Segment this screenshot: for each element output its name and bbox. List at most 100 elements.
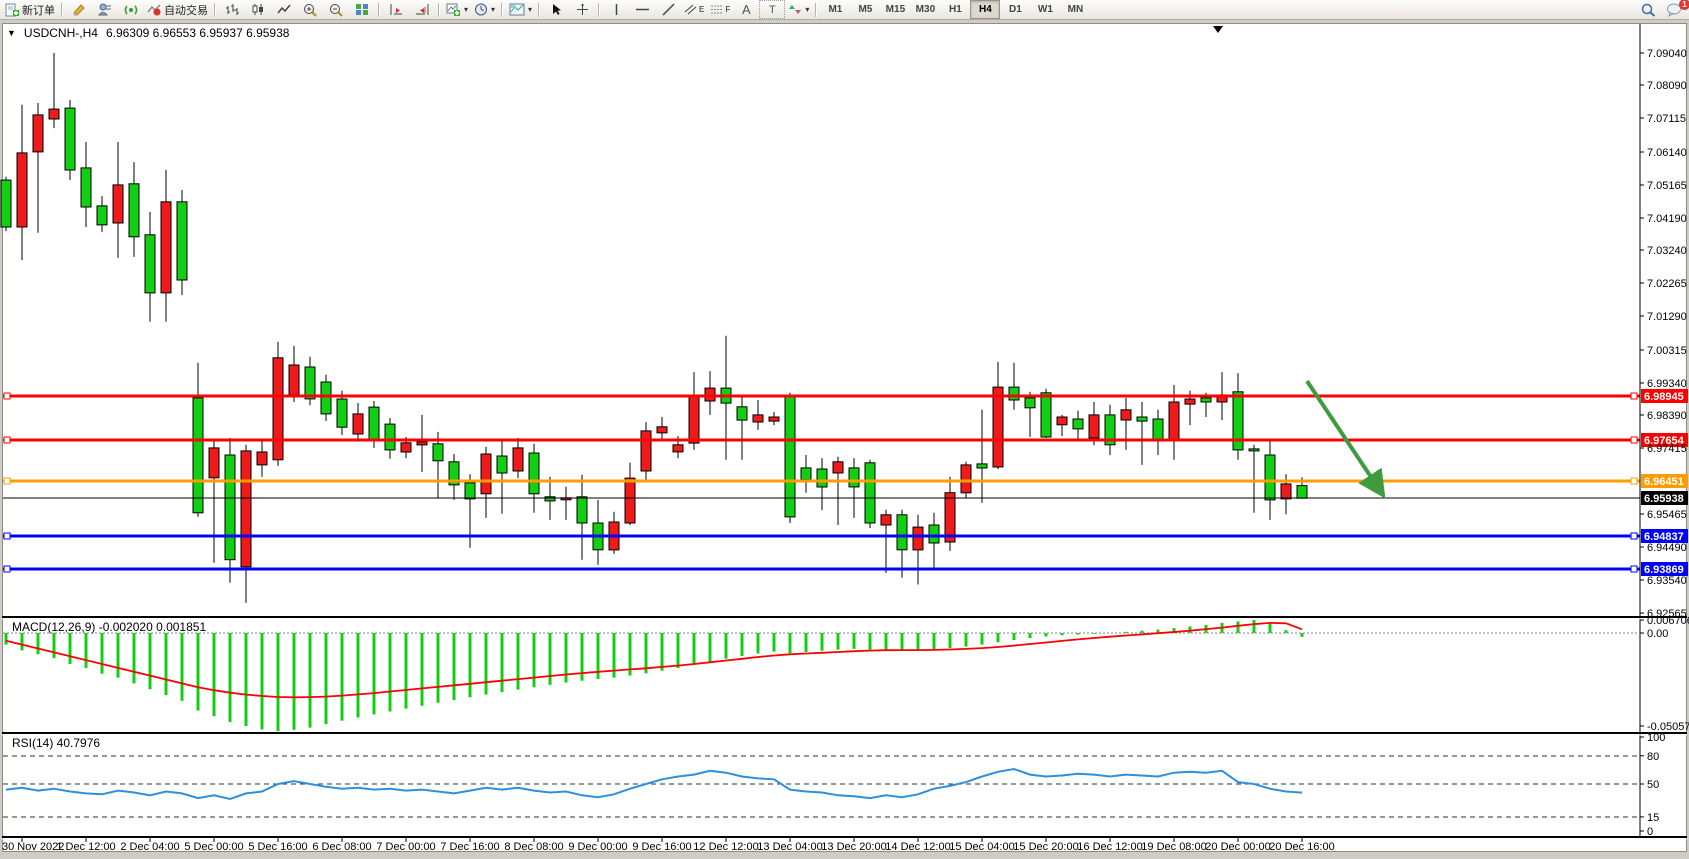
svg-text:6.95938: 6.95938 (1644, 493, 1684, 505)
timeframe-M5-button[interactable]: M5 (850, 0, 880, 19)
line-handle[interactable] (1631, 478, 1637, 484)
channel-icon (684, 4, 697, 15)
text-label-button[interactable]: T (759, 0, 785, 19)
dropdown-caret-icon: ▾ (491, 5, 495, 14)
new-order-label: 新订单 (22, 2, 55, 18)
price-axis-tick: 7.08090 (1647, 80, 1687, 92)
periods-dropdown-button[interactable]: ▾ (471, 0, 498, 19)
zoom-in-button[interactable] (297, 0, 323, 19)
line-handle[interactable] (1631, 393, 1637, 399)
price-axis-tick: 7.03240 (1647, 245, 1687, 257)
cursor-button[interactable] (543, 0, 569, 19)
time-axis-label: 5 Dec 16:00 (248, 841, 307, 853)
chart-collapse-icon[interactable]: ▼ (7, 28, 16, 38)
auto-scroll-icon (389, 3, 404, 16)
candle (865, 460, 875, 528)
time-axis-label: 16 Dec 12:00 (1077, 841, 1142, 853)
new-order-button[interactable]: 新订单 (2, 0, 58, 19)
price-axis-tick: 7.00315 (1647, 345, 1687, 357)
trendline-button[interactable] (655, 0, 681, 19)
rsi-axis-label: 80 (1647, 751, 1659, 763)
zoom-out-button[interactable] (323, 0, 349, 19)
arrows-tool-button[interactable]: ▾ (785, 0, 812, 19)
chart-canvas[interactable]: 6.989456.976546.964516.959386.948376.938… (0, 0, 1689, 859)
price-axis-tick: 7.04190 (1647, 213, 1687, 225)
time-axis-label: 13 Dec 20:00 (821, 841, 886, 853)
cursor-icon (550, 3, 562, 16)
chart-symbol-period: USDCNH-,H4 (24, 26, 98, 40)
notifications-button[interactable]: 1 (1661, 0, 1687, 19)
bar-chart-icon (225, 3, 239, 16)
line-handle[interactable] (4, 393, 10, 399)
time-axis-label: 1 Dec 12:00 (56, 841, 115, 853)
auto-scroll-button[interactable] (383, 0, 409, 19)
timeframe-H1-button[interactable]: H1 (940, 0, 970, 19)
line-handle[interactable] (4, 533, 10, 539)
price-axis-tick: 7.02265 (1647, 278, 1687, 290)
time-axis-label: 12 Dec 12:00 (693, 841, 758, 853)
timeframe-W1-button[interactable]: W1 (1030, 0, 1060, 19)
time-axis-label: 13 Dec 04:00 (757, 841, 822, 853)
tile-windows-button[interactable] (349, 0, 375, 19)
new-chart-button[interactable]: ▾ (443, 0, 471, 19)
bar-chart-button[interactable] (219, 0, 245, 19)
dropdown-caret-icon: ▾ (464, 5, 468, 14)
text-button[interactable]: A (733, 0, 759, 19)
dropdown-caret-icon: ▾ (805, 5, 809, 14)
horizontal-line-icon (635, 3, 650, 16)
candle (1, 177, 11, 231)
toolbar-separator (815, 3, 817, 17)
candle (65, 100, 75, 180)
equidistant-channel-button[interactable]: E (681, 0, 707, 19)
time-axis-label: 15 Dec 04:00 (949, 841, 1014, 853)
toolbar-separator (598, 3, 600, 17)
new-order-icon (5, 3, 20, 17)
line-handle[interactable] (1631, 566, 1637, 572)
market-watch-button[interactable] (92, 0, 118, 19)
macd-axis-label: 0.00 (1647, 628, 1668, 640)
line-handle[interactable] (1631, 533, 1637, 539)
candle (321, 375, 331, 421)
macd-label: MACD(12,26,9) -0.002020 0.001851 (12, 620, 206, 634)
time-axis-label: 30 Nov 2022 (2, 841, 64, 853)
rsi-axis-label: 100 (1647, 732, 1665, 744)
time-axis-label: 15 Dec 20:00 (1013, 841, 1078, 853)
line-handle[interactable] (4, 566, 10, 572)
vertical-line-button[interactable] (603, 0, 629, 19)
clock-icon (474, 3, 488, 16)
new-chart-icon (446, 3, 461, 16)
candlestick-chart-button[interactable] (245, 0, 271, 19)
price-axis-tick: 7.09040 (1647, 48, 1687, 60)
horizontal-line-button[interactable] (629, 0, 655, 19)
chart-shift-button[interactable] (409, 0, 435, 19)
trendline-icon (662, 3, 675, 16)
crosshair-button[interactable] (569, 0, 595, 19)
timeframe-MN-button[interactable]: MN (1060, 0, 1090, 19)
metaeditor-button[interactable] (66, 0, 92, 19)
price-axis-tick: 7.07115 (1647, 113, 1686, 125)
time-axis-label: 6 Dec 08:00 (312, 841, 371, 853)
line-chart-button[interactable] (271, 0, 297, 19)
rsi-label: RSI(14) 40.7976 (12, 736, 100, 750)
time-axis-label: 19 Dec 08:00 (1141, 841, 1206, 853)
arrows-tool-icon (788, 3, 802, 16)
toolbar: 新订单 自动交易 ▾ ▾ (0, 0, 1689, 20)
timeframe-group: M1M5M15M30H1H4D1W1MN (820, 0, 1090, 19)
timeframe-M1-button[interactable]: M1 (820, 0, 850, 19)
signals-button[interactable] (118, 0, 144, 19)
line-handle[interactable] (4, 437, 10, 443)
search-button[interactable] (1635, 0, 1661, 19)
crosshair-icon (576, 3, 589, 16)
timeframe-M30-button[interactable]: M30 (910, 0, 940, 19)
line-handle[interactable] (1631, 437, 1637, 443)
templates-button[interactable]: ▾ (506, 0, 535, 19)
fibonacci-button[interactable]: F (707, 0, 733, 19)
price-tag: 6.93869 (1641, 562, 1688, 576)
autotrading-button[interactable]: 自动交易 (144, 0, 211, 19)
timeframe-M15-button[interactable]: M15 (880, 0, 910, 19)
time-axis-label: 8 Dec 08:00 (504, 841, 563, 853)
line-handle[interactable] (4, 478, 10, 484)
timeframe-H4-button[interactable]: H4 (970, 0, 1000, 19)
timeframe-D1-button[interactable]: D1 (1000, 0, 1030, 19)
candle (273, 342, 283, 466)
